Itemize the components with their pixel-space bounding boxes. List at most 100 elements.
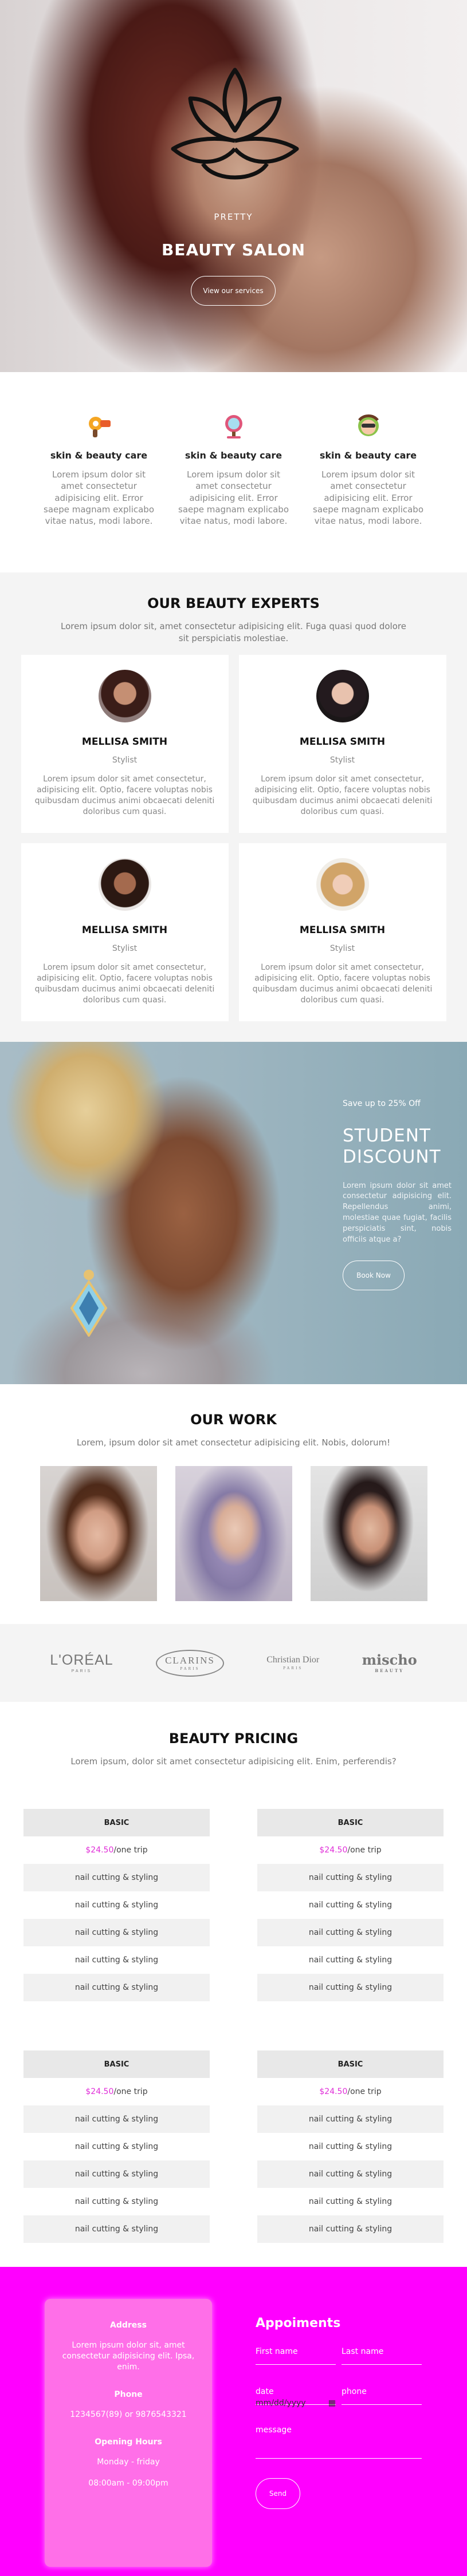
mirror-icon — [225, 415, 242, 438]
plan-feature: nail cutting & styling — [308, 2142, 393, 2152]
expert-card: MELLISA SMITH Stylist Lorem ipsum dolor … — [21, 843, 229, 1022]
date-field[interactable]: date mm/dd/yyyy ▦ — [256, 2385, 336, 2408]
phone-label: Phone — [114, 2389, 143, 2399]
expert-role: Stylist — [329, 944, 355, 954]
hero-tagline: PRETTY — [214, 212, 253, 222]
work-photo — [175, 1466, 292, 1602]
hair-dryer-icon — [88, 417, 111, 437]
pricing-table: BASIC $24.50/one trip nail cutting & sty… — [257, 1809, 444, 2002]
expert-role: Stylist — [112, 944, 138, 954]
form-title: Appoiments — [256, 2316, 341, 2331]
expert-bio: Lorem ipsum dolor sit amet consectetur, … — [252, 775, 433, 816]
pricing-section: BEAUTY PRICING Lorem ipsum, dolor sit am… — [0, 1702, 467, 2266]
service-title: skin & beauty care — [319, 450, 417, 461]
plan-name: BASIC — [257, 1809, 444, 1837]
service-text: Lorem ipsum dolor sit amet consectetur a… — [313, 469, 423, 526]
plan-price: $24.50/one trip — [319, 1846, 382, 1855]
expert-bio: Lorem ipsum dolor sit amet consectetur, … — [252, 963, 433, 1005]
first-name-field[interactable]: First name — [256, 2345, 336, 2365]
expert-name: MELLISA SMITH — [81, 736, 168, 748]
experts-subtitle: Lorem ipsum dolor sit, amet consectetur … — [61, 621, 406, 644]
calendar-icon[interactable]: ▦ — [328, 2399, 336, 2408]
expert-name: MELLISA SMITH — [299, 924, 386, 937]
days-value: Monday - friday — [97, 2457, 160, 2467]
plan-feature: nail cutting & styling — [257, 1864, 444, 1892]
expert-role: Stylist — [112, 756, 138, 765]
plan-feature: nail cutting & styling — [257, 1974, 444, 2002]
service-card: skin & beauty care Lorem ipsum dolor sit… — [312, 412, 424, 527]
service-title: skin & beauty care — [185, 450, 282, 461]
hours-label: Opening Hours — [95, 2437, 162, 2447]
service-card: skin & beauty care Lorem ipsum dolor sit… — [43, 412, 155, 527]
plan-name: BASIC — [23, 1809, 210, 1837]
earring-icon — [70, 1270, 108, 1337]
lotus-logo-icon — [171, 68, 299, 180]
work-gallery — [23, 1466, 444, 1602]
last-name-field[interactable]: Last name — [342, 2345, 422, 2365]
plan-feature: nail cutting & styling — [308, 1955, 393, 1965]
hours-value: 08:00am - 09:00pm — [88, 2478, 168, 2488]
phone-field[interactable]: phone — [342, 2385, 422, 2405]
student-discount-banner: Save up to 25% Off STUDENT DISCOUNT Lore… — [0, 1042, 467, 1385]
address-value: Lorem ipsum dolor sit, amet consectetur … — [62, 2341, 195, 2372]
plan-feature: nail cutting & styling — [257, 2105, 444, 2134]
plan-feature: nail cutting & styling — [257, 2160, 444, 2188]
expert-card: MELLISA SMITH Stylist Lorem ipsum dolor … — [238, 843, 446, 1022]
hero-title: BEAUTY SALON — [161, 240, 306, 259]
brand-logo-loreal: L'ORÉAL PARIS — [50, 1652, 113, 1673]
experts-section: OUR BEAUTY EXPERTS Lorem ipsum dolor sit… — [0, 572, 467, 1042]
plan-price: $24.50/one trip — [319, 2087, 382, 2097]
pricing-table: BASIC $24.50/one trip nail cutting & sty… — [23, 1809, 210, 2002]
pricing-subtitle: Lorem ipsum, dolor sit amet consectetur … — [70, 1756, 397, 1767]
discount-title: STUDENT DISCOUNT — [343, 1125, 441, 1168]
experts-grid: MELLISA SMITH Stylist Lorem ipsum dolor … — [21, 655, 446, 1022]
address-label: Address — [110, 2321, 147, 2330]
hero: PRETTY BEAUTY SALON View our services — [0, 0, 467, 372]
date-placeholder: mm/dd/yyyy — [256, 2399, 306, 2408]
pricing-title: BEAUTY PRICING — [168, 1730, 299, 1747]
work-section: OUR WORK Lorem, ipsum dolor sit amet con… — [0, 1384, 467, 1624]
book-now-button[interactable]: Book Now — [343, 1260, 405, 1290]
expert-role: Stylist — [329, 756, 355, 765]
discount-save: Save up to 25% Off — [343, 1099, 421, 1109]
work-title: OUR WORK — [190, 1412, 277, 1428]
contact-section: Address Lorem ipsum dolor sit, amet cons… — [0, 2267, 467, 2576]
discount-description: Lorem ipsum dolor sit amet consectetur a… — [343, 1181, 452, 1244]
plan-feature: nail cutting & styling — [74, 2142, 159, 2152]
plan-feature: nail cutting & styling — [74, 1901, 159, 1910]
plan-feature: nail cutting & styling — [308, 1901, 393, 1910]
pricing-table: BASIC $24.50/one trip nail cutting & sty… — [257, 2050, 444, 2243]
brand-logo-dior: Christian Dior PARIS — [266, 1655, 320, 1671]
service-title: skin & beauty care — [50, 450, 148, 461]
view-services-button[interactable]: View our services — [191, 276, 276, 306]
plan-name: BASIC — [257, 2050, 444, 2079]
avatar — [98, 858, 151, 911]
face-mask-icon — [358, 414, 379, 436]
expert-card: MELLISA SMITH Stylist Lorem ipsum dolor … — [238, 655, 446, 833]
send-button[interactable]: Send — [256, 2478, 300, 2510]
pricing-table: BASIC $24.50/one trip nail cutting & sty… — [23, 2050, 210, 2243]
expert-card: MELLISA SMITH Stylist Lorem ipsum dolor … — [21, 655, 229, 833]
plan-feature: nail cutting & styling — [23, 2160, 210, 2188]
brand-logos: L'ORÉAL PARIS CLARINS PARIS Christian Dior… — [0, 1624, 467, 1702]
brand-logo-mischo: mischo BEAUTY — [362, 1652, 417, 1674]
plan-feature: nail cutting & styling — [308, 2197, 393, 2207]
plan-feature: nail cutting & styling — [23, 2105, 210, 2134]
expert-name: MELLISA SMITH — [81, 924, 168, 937]
expert-bio: Lorem ipsum dolor sit amet consectetur, … — [34, 775, 215, 816]
work-photo — [310, 1466, 427, 1602]
work-photo — [40, 1466, 157, 1602]
appointment-form: Appoiments First name Last name date mm/… — [256, 2316, 422, 2510]
work-subtitle: Lorem, ipsum dolor sit amet consectetur … — [76, 1437, 391, 1448]
plan-price: $24.50/one trip — [85, 2087, 148, 2097]
expert-name: MELLISA SMITH — [299, 736, 386, 748]
service-text: Lorem ipsum dolor sit amet consectetur a… — [44, 469, 154, 526]
plan-feature: nail cutting & styling — [23, 2215, 210, 2243]
pricing-grid: BASIC $24.50/one trip nail cutting & sty… — [23, 1809, 444, 2243]
service-text: Lorem ipsum dolor sit amet consectetur a… — [178, 469, 289, 526]
avatar — [316, 670, 369, 723]
message-field[interactable]: message — [256, 2425, 422, 2459]
expert-bio: Lorem ipsum dolor sit amet consectetur, … — [34, 963, 215, 1005]
plan-feature: nail cutting & styling — [23, 1864, 210, 1892]
avatar — [316, 858, 369, 911]
